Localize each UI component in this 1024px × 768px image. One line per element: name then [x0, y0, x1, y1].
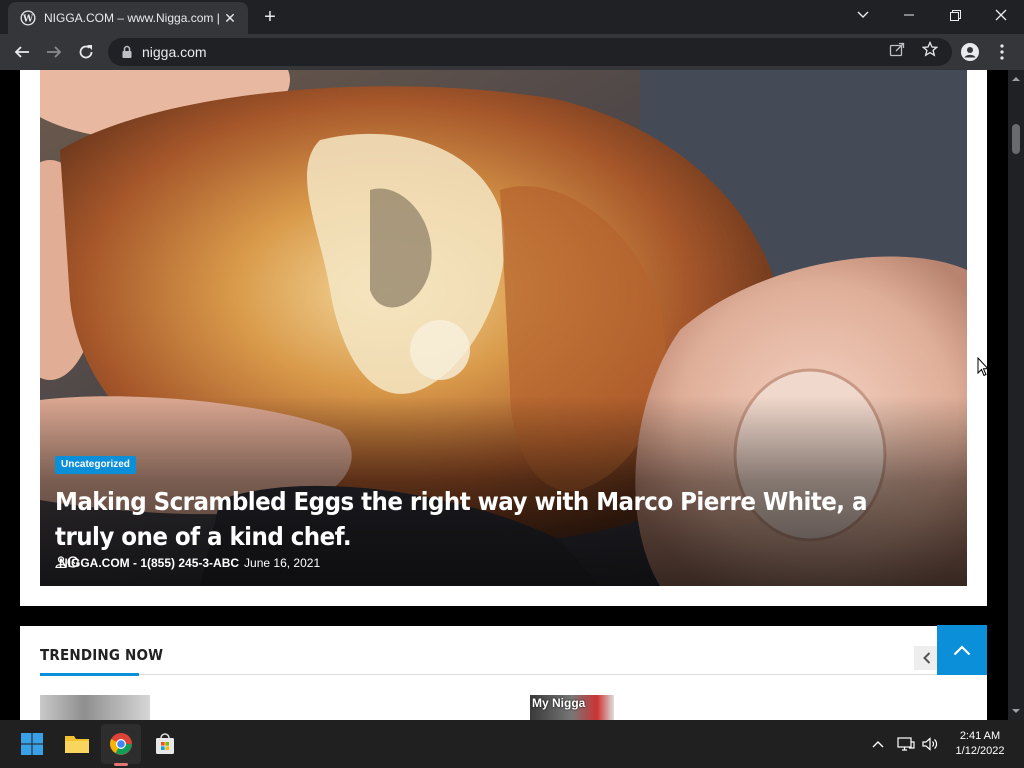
- bookmark-star-icon[interactable]: [921, 40, 939, 58]
- page-viewport: Uncategorized Making Scrambled Eggs the …: [0, 70, 1008, 720]
- post-meta: NIGGA.COM - 1(855) 245-3-ABC June 16, 20…: [55, 556, 320, 570]
- browser-tab[interactable]: W NIGGA.COM – www.Nigga.com | ✕: [8, 2, 248, 34]
- address-bar[interactable]: nigga.com: [108, 38, 952, 66]
- file-explorer-button[interactable]: [57, 724, 97, 764]
- clock-date: 1/12/2022: [955, 745, 1005, 757]
- chrome-taskbar-button[interactable]: [101, 724, 141, 764]
- heading-underline: [40, 673, 139, 676]
- tray-chevron-up-icon[interactable]: [868, 734, 888, 754]
- trending-section: TRENDING NOW My Nigga: [20, 626, 987, 720]
- close-window-button[interactable]: [978, 0, 1024, 30]
- tab-title: NIGGA.COM – www.Nigga.com |: [44, 11, 220, 25]
- taskbar: 2:41 AM 1/12/2022: [0, 720, 1024, 768]
- new-tab-button[interactable]: +: [258, 6, 282, 30]
- store-button[interactable]: [145, 724, 185, 764]
- hero-image[interactable]: Uncategorized Making Scrambled Eggs the …: [40, 70, 967, 586]
- trending-thumbnail[interactable]: My Nigga: [530, 695, 614, 720]
- post-title[interactable]: Making Scrambled Eggs the right way with…: [55, 484, 874, 554]
- trending-thumbnail[interactable]: [40, 695, 150, 720]
- tab-close-icon[interactable]: ✕: [220, 10, 240, 27]
- start-button[interactable]: [12, 724, 52, 764]
- reload-button[interactable]: [74, 40, 98, 64]
- folder-icon: [65, 736, 89, 753]
- scroll-to-top-button[interactable]: [937, 625, 987, 675]
- page-scrollbar[interactable]: [1008, 70, 1024, 720]
- chevron-up-icon: [953, 644, 971, 655]
- user-icon: [55, 556, 67, 568]
- restore-button[interactable]: [932, 0, 978, 30]
- menu-dots-icon[interactable]: [990, 40, 1014, 64]
- clock-icon: [67, 556, 79, 568]
- active-app-indicator: [114, 763, 128, 766]
- post-author[interactable]: NIGGA.COM - 1(855) 245-3-ABC: [59, 556, 239, 570]
- clock-time: 2:41 AM: [959, 730, 1001, 742]
- chevron-left-icon: [923, 652, 931, 664]
- url-text: nigga.com: [142, 44, 207, 60]
- chrome-icon: [110, 733, 132, 755]
- volume-icon[interactable]: [920, 734, 940, 754]
- wordpress-icon: W: [20, 10, 36, 26]
- store-bag-icon: [156, 733, 174, 754]
- mouse-cursor-icon: [977, 357, 989, 377]
- category-badge[interactable]: Uncategorized: [55, 456, 136, 474]
- svg-text:W: W: [22, 15, 34, 25]
- tab-strip: W NIGGA.COM – www.Nigga.com | ✕ +: [0, 0, 1024, 34]
- tab-search-icon[interactable]: [840, 0, 886, 30]
- scroll-up-arrow-icon[interactable]: [1011, 74, 1021, 84]
- trending-heading: TRENDING NOW: [40, 646, 164, 664]
- windows-logo-icon: [21, 733, 43, 755]
- network-icon[interactable]: [896, 734, 916, 754]
- profile-avatar[interactable]: [958, 40, 982, 64]
- post-date: June 16, 2021: [244, 556, 321, 570]
- back-button[interactable]: [10, 40, 34, 64]
- hero-card: Uncategorized Making Scrambled Eggs the …: [20, 70, 987, 606]
- lock-icon[interactable]: [120, 45, 134, 59]
- share-icon[interactable]: [888, 40, 906, 58]
- thumbnail-caption: My Nigga: [532, 696, 586, 710]
- scroll-down-arrow-icon[interactable]: [1011, 706, 1021, 716]
- divider: [40, 674, 967, 675]
- system-clock[interactable]: 2:41 AM 1/12/2022: [944, 729, 1016, 759]
- minimize-button[interactable]: [886, 0, 932, 30]
- forward-button[interactable]: [42, 40, 66, 64]
- browser-toolbar: nigga.com: [0, 34, 1024, 70]
- scrollbar-thumb[interactable]: [1012, 124, 1020, 154]
